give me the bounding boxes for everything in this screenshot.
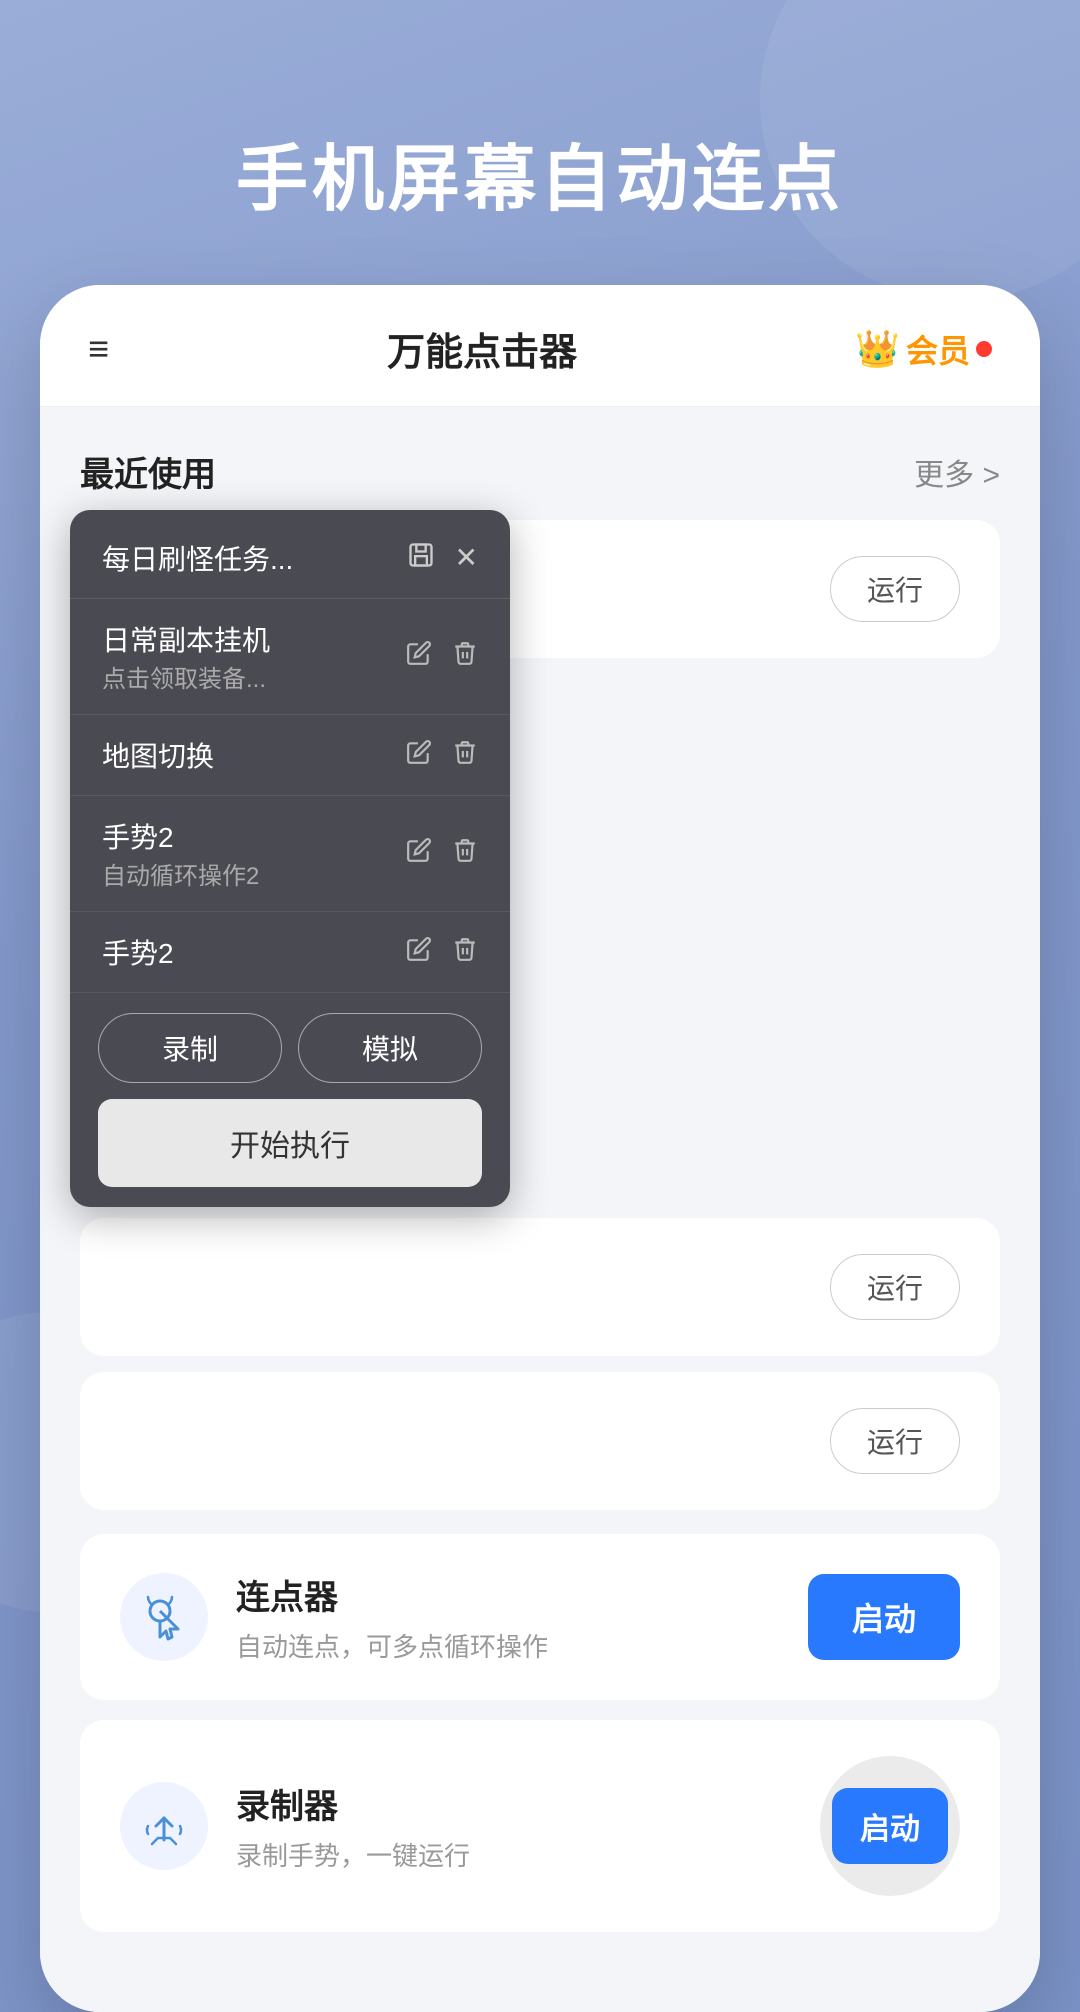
dropdown-item-1[interactable]: 日常副本挂机 点击领取装备... xyxy=(70,599,510,715)
dropdown-item-2[interactable]: 地图切换 xyxy=(70,715,510,796)
dropdown-header-icons: ✕ xyxy=(407,541,478,576)
clicker-icon xyxy=(138,1591,190,1643)
dropdown-item-4-name: 手势2 xyxy=(102,932,174,972)
record-button[interactable]: 录制 xyxy=(98,1013,282,1083)
delete-icon-3[interactable] xyxy=(452,837,478,870)
feature-section: 连点器 自动连点，可多点循环操作 启动 xyxy=(80,1534,1000,1932)
save-icon[interactable] xyxy=(407,541,435,576)
vip-area[interactable]: 👑 会员 xyxy=(855,326,992,372)
dropdown-item-4-actions xyxy=(406,936,478,969)
delete-icon-2[interactable] xyxy=(452,739,478,772)
run-button-3[interactable]: 运行 xyxy=(830,1408,960,1474)
script-card-container-1: 金币任务脚本1 运行 每日刷怪任务... xyxy=(80,520,1000,658)
recent-title: 最近使用 xyxy=(80,447,216,496)
script-card-3[interactable]: 运行 xyxy=(80,1372,1000,1510)
recorder-start-button[interactable]: 启动 xyxy=(832,1788,948,1864)
dropdown-action-row: 录制 模拟 xyxy=(98,1013,482,1083)
dropdown-header: 每日刷怪任务... ✕ xyxy=(70,510,510,599)
dropdown-item-2-name: 地图切换 xyxy=(102,735,214,775)
recorder-icon-wrap xyxy=(120,1782,208,1870)
phone-card: ≡ 万能点击器 👑 会员 最近使用 更多 > 金币任务脚本1 运行 xyxy=(40,285,1040,2012)
recorder-icon xyxy=(138,1800,190,1852)
script-card-2[interactable]: 运行 xyxy=(80,1218,1000,1356)
recorder-name: 录制器 xyxy=(236,1779,470,1828)
dropdown-item-4-info: 手势2 xyxy=(102,932,174,972)
recorder-desc: 录制手势，一键运行 xyxy=(236,1836,470,1873)
vip-label: 会员 xyxy=(906,326,970,372)
edit-icon-1[interactable] xyxy=(406,640,432,673)
dropdown-menu: 每日刷怪任务... ✕ xyxy=(70,510,510,1207)
simulate-button[interactable]: 模拟 xyxy=(298,1013,482,1083)
feature-card-recorder: 录制器 录制手势，一键运行 启动 xyxy=(80,1720,1000,1932)
dropdown-item-3-sub: 自动循环操作2 xyxy=(102,856,259,891)
recorder-info: 录制器 录制手势，一键运行 xyxy=(236,1779,470,1873)
feature-recorder-left: 录制器 录制手势，一键运行 xyxy=(120,1779,470,1873)
menu-icon[interactable]: ≡ xyxy=(88,331,109,367)
dropdown-item-3-name: 手势2 xyxy=(102,816,259,856)
execute-button[interactable]: 开始执行 xyxy=(98,1099,482,1187)
run-button-2[interactable]: 运行 xyxy=(830,1254,960,1320)
edit-icon-3[interactable] xyxy=(406,837,432,870)
dropdown-item-2-actions xyxy=(406,739,478,772)
app-bar: ≡ 万能点击器 👑 会员 xyxy=(40,285,1040,407)
dropdown-item-3-info: 手势2 自动循环操作2 xyxy=(102,816,259,891)
clicker-name: 连点器 xyxy=(236,1570,548,1619)
background: 手机屏幕自动连点 ≡ 万能点击器 👑 会员 最近使用 更多 > 金币任务脚本1 xyxy=(0,0,1080,2012)
delete-icon-4[interactable] xyxy=(452,936,478,969)
run-button-1[interactable]: 运行 xyxy=(830,556,960,622)
dropdown-item-1-actions xyxy=(406,640,478,673)
feature-clicker-left: 连点器 自动连点，可多点循环操作 xyxy=(120,1570,548,1664)
edit-icon-4[interactable] xyxy=(406,936,432,969)
recent-section-header: 最近使用 更多 > xyxy=(80,447,1000,496)
edit-icon-2[interactable] xyxy=(406,739,432,772)
more-link[interactable]: 更多 > xyxy=(914,450,1000,494)
recorder-circle-bg: 启动 xyxy=(820,1756,960,1896)
recorder-circle-container: 启动 xyxy=(820,1756,960,1896)
dropdown-item-2-info: 地图切换 xyxy=(102,735,214,775)
clicker-info: 连点器 自动连点，可多点循环操作 xyxy=(236,1570,548,1664)
close-icon[interactable]: ✕ xyxy=(455,541,478,576)
dropdown-item-3-actions xyxy=(406,837,478,870)
main-content: 最近使用 更多 > 金币任务脚本1 运行 每日刷怪任务... xyxy=(40,407,1040,2012)
red-dot xyxy=(976,341,992,357)
dropdown-item-1-info: 日常副本挂机 点击领取装备... xyxy=(102,619,270,694)
clicker-start-button[interactable]: 启动 xyxy=(808,1574,960,1660)
feature-card-clicker: 连点器 自动连点，可多点循环操作 启动 xyxy=(80,1534,1000,1700)
clicker-desc: 自动连点，可多点循环操作 xyxy=(236,1627,548,1664)
crown-icon: 👑 xyxy=(855,328,900,370)
dropdown-item-1-name: 日常副本挂机 xyxy=(102,619,270,659)
dropdown-header-text: 每日刷怪任务... xyxy=(102,538,293,578)
dropdown-item-4[interactable]: 手势2 xyxy=(70,912,510,993)
dropdown-footer: 录制 模拟 开始执行 xyxy=(70,993,510,1207)
dropdown-item-3[interactable]: 手势2 自动循环操作2 xyxy=(70,796,510,912)
dropdown-item-1-sub: 点击领取装备... xyxy=(102,659,270,694)
delete-icon-1[interactable] xyxy=(452,640,478,673)
app-title-text: 万能点击器 xyxy=(387,321,577,376)
clicker-icon-wrap xyxy=(120,1573,208,1661)
